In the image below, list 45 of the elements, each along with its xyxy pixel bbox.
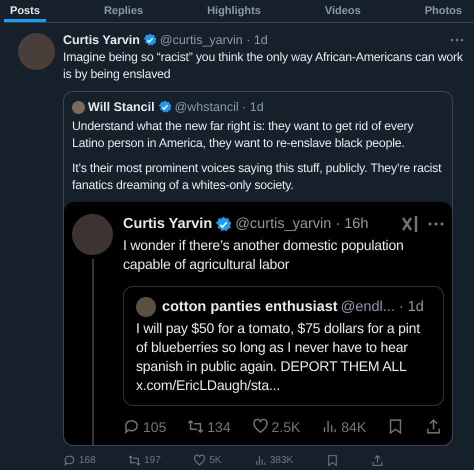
quoted-post-card[interactable] xyxy=(123,286,444,406)
post-text: I will pay $50 for a tomato, $75 dollars for a pint of blueberries so long as I never have to hear spanish in public again. DEPORT THEM ALL x.com/EricLDaugh/sta... xyxy=(136,319,421,395)
post-text: Understand what the new far right is: they want to get rid of every Latino person in America, they want to re-enslave black people. xyxy=(71,118,414,152)
author-handle: @curtis_yarvin · 1d xyxy=(160,33,268,47)
repost-arrows-icon[interactable] xyxy=(128,454,142,467)
bookmark-icon[interactable] xyxy=(326,454,339,467)
quoted-post-card[interactable] xyxy=(63,91,453,446)
profile-tab[interactable]: Posts xyxy=(4,0,46,22)
repost-arrows-icon[interactable] xyxy=(187,418,204,435)
post-text: I wonder if there’s another domestic population capable of agricultural labor xyxy=(123,236,405,274)
stat-count: 105 xyxy=(143,418,166,434)
post-text: It’s their most prominent voices saying this stuff, publicly. They’re racist fanatics dreaming of a whites-only society. xyxy=(71,160,442,194)
stat-count: 383K xyxy=(270,455,294,466)
more-options-icon[interactable] xyxy=(428,222,444,226)
author-handle: @endl... · 1d xyxy=(340,299,424,315)
share-icon[interactable] xyxy=(424,418,442,435)
avatar xyxy=(136,297,156,317)
stat-count: 84K xyxy=(341,418,366,434)
avatar xyxy=(72,100,85,114)
bar-chart-icon[interactable] xyxy=(321,418,338,435)
author-handle: @curtis_yarvin · 16h xyxy=(235,216,368,232)
heart-icon[interactable] xyxy=(193,454,206,467)
stat-count: 134 xyxy=(207,418,231,434)
speech-bubble-icon[interactable] xyxy=(123,418,140,435)
author-name: cotton panties enthusiast xyxy=(162,299,338,315)
profile-tab[interactable]: Replies xyxy=(98,0,150,22)
author-name: Curtis Yarvin xyxy=(63,33,140,47)
post-text: Imagine being so “racist” you think the only way African-Americans can work is by being enslaved xyxy=(63,49,464,83)
stat-count: 168 xyxy=(79,455,96,466)
heart-icon[interactable] xyxy=(252,418,269,435)
stat-count: 197 xyxy=(144,455,161,466)
author-name: Curtis Yarvin xyxy=(123,216,212,232)
bar-chart-icon[interactable] xyxy=(254,454,267,467)
profile-tab[interactable]: Photos xyxy=(418,0,468,22)
more-options-icon[interactable] xyxy=(450,38,464,42)
avatar xyxy=(72,214,113,255)
profile-tab[interactable]: Videos xyxy=(318,0,367,22)
author-handle: @whstancil · 1d xyxy=(174,100,264,114)
speech-bubble-icon[interactable] xyxy=(63,454,76,467)
author-name: Will Stancil xyxy=(88,100,155,114)
profile-tab[interactable]: Highlights xyxy=(201,0,267,22)
stat-count: 5K xyxy=(209,455,222,466)
stat-count: 2.5K xyxy=(272,418,300,434)
share-icon[interactable] xyxy=(371,454,384,467)
avatar xyxy=(18,33,55,70)
